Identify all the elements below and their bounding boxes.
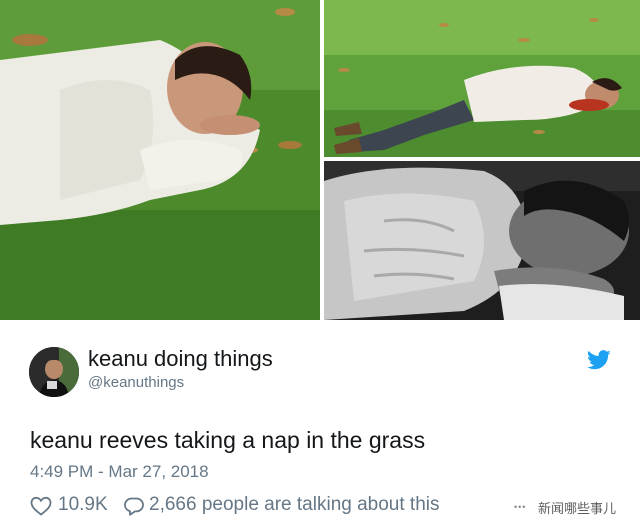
nap-photo-left-image [0,0,320,320]
nap-photo-top-right-image [324,0,640,157]
user-handle[interactable]: @keanuthings [88,374,184,391]
nap-photo-bottom-right[interactable] [324,161,640,320]
tweet-timestamp[interactable]: 4:49 PM - Mar 27, 2018 [30,462,209,482]
display-name[interactable]: keanu doing things [88,346,273,372]
watermark: ••• 新闻哪些事儿 [492,496,640,516]
reply-bubble-glyph [124,497,144,516]
heart-icon[interactable] [30,496,52,516]
twitter-bird-glyph [587,350,611,370]
photo-grid [0,0,640,322]
talking-about-count[interactable]: 2,666 people are talking about this [149,494,440,516]
heart-glyph [30,496,52,516]
twitter-bird-icon[interactable] [587,350,611,370]
watermark-text: 新闻哪些事儿 [538,502,617,516]
nap-photo-left[interactable] [0,0,320,320]
reply-bubble-icon[interactable] [123,496,145,516]
tweet-text: keanu reeves taking a nap in the grass [30,427,426,453]
avatar-image [29,347,79,397]
watermark-logo-icon: ••• [514,502,527,512]
likes-count[interactable]: 10.9K [58,494,108,516]
nap-photo-bottom-right-image [324,161,640,320]
nap-photo-top-right[interactable] [324,0,640,157]
avatar[interactable] [29,347,79,397]
